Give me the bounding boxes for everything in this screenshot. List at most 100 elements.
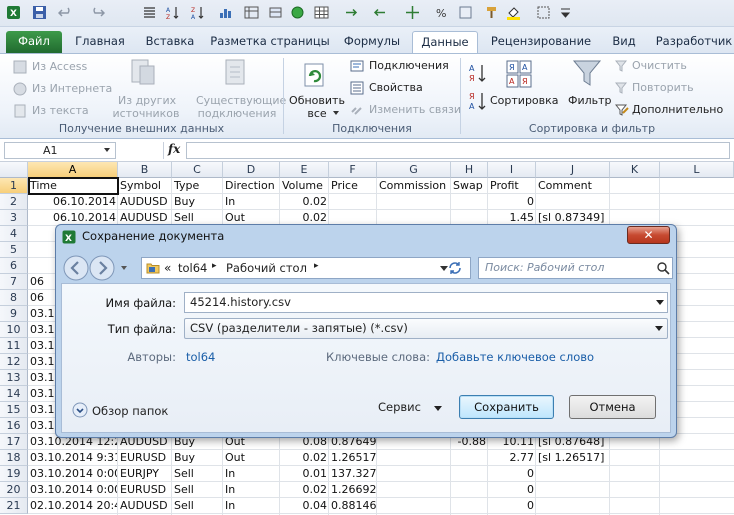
from-text-button[interactable]: Из текста <box>32 104 89 117</box>
table-cell[interactable]: 1.26692 <box>329 482 377 498</box>
table-cell[interactable] <box>610 194 660 210</box>
table-cell[interactable]: 1.26517 <box>329 450 377 466</box>
table-cell[interactable]: Sell <box>172 466 223 482</box>
forward-icon[interactable] <box>89 255 115 281</box>
address-path[interactable]: « tol64 ▸ Рабочий стол ▸ <box>141 257 471 279</box>
table-cell[interactable]: 03.10.2014 9:31 <box>28 450 118 466</box>
table-cell[interactable]: Sell <box>172 482 223 498</box>
row-header[interactable]: 10 <box>0 322 28 338</box>
dialog-close-button[interactable]: ✕ <box>627 226 670 244</box>
from-web-button[interactable]: Из Интернета <box>32 82 112 95</box>
sort-za-icon[interactable]: ЯА <box>468 90 486 112</box>
row-header[interactable]: 1 <box>0 178 28 194</box>
column-header-c[interactable]: C <box>172 162 223 178</box>
table-cell[interactable]: 06.10.2014 <box>28 194 118 210</box>
select-all-corner[interactable] <box>0 162 28 178</box>
row-header[interactable]: 9 <box>0 306 28 322</box>
table-cell[interactable] <box>660 466 734 482</box>
table-cell[interactable]: Commission <box>377 178 451 194</box>
table-cell[interactable]: Price <box>329 178 377 194</box>
edit-links-button[interactable]: Изменить связи <box>369 103 461 116</box>
path-segment-user[interactable]: tol64 <box>178 261 207 275</box>
row-header[interactable]: 12 <box>0 354 28 370</box>
table-cell[interactable]: 0.02 <box>280 450 329 466</box>
service-menu[interactable]: Сервис <box>378 400 421 414</box>
table-cell[interactable]: 0 <box>488 466 536 482</box>
column-header-k[interactable]: K <box>610 162 660 178</box>
table-cell[interactable]: In <box>223 498 280 514</box>
tab-review[interactable]: Рецензирование <box>484 31 598 53</box>
row-header[interactable]: 17 <box>0 434 28 450</box>
table-cell[interactable] <box>377 498 451 514</box>
arrow-left-icon[interactable] <box>372 5 387 20</box>
green-circle-icon[interactable] <box>290 5 305 20</box>
fill-color-icon[interactable] <box>506 5 521 20</box>
from-access-button[interactable]: Из Access <box>32 60 87 73</box>
table-cell[interactable] <box>660 178 734 194</box>
existing-connections-button[interactable]: Существующие <box>196 94 286 107</box>
back-icon[interactable] <box>63 255 89 281</box>
tab-home[interactable]: Главная <box>68 31 132 53</box>
column-header-a[interactable]: A <box>28 162 118 178</box>
sort-button[interactable]: Сортировка <box>490 94 559 107</box>
filetype-select[interactable]: CSV (разделители - запятые) (*.csv) <box>184 318 668 339</box>
formula-input[interactable] <box>186 142 730 159</box>
name-box[interactable]: A1 <box>4 142 116 159</box>
refresh-icon[interactable] <box>447 260 463 276</box>
table-cell[interactable]: Swap <box>451 178 488 194</box>
table-cell[interactable]: AUDUSD <box>118 194 172 210</box>
table-cell[interactable] <box>536 498 610 514</box>
table-cell[interactable]: Type <box>172 178 223 194</box>
keywords-link[interactable]: Добавьте ключевое слово <box>436 350 594 364</box>
insert-function-icon[interactable]: fx <box>168 142 180 156</box>
column-header-g[interactable]: G <box>377 162 451 178</box>
row-header[interactable]: 16 <box>0 418 28 434</box>
undo-icon[interactable] <box>58 5 73 20</box>
table-cell[interactable]: In <box>223 482 280 498</box>
chart-icon[interactable] <box>218 5 233 20</box>
table-cell[interactable] <box>536 466 610 482</box>
table-cell[interactable] <box>451 466 488 482</box>
percent-icon[interactable]: % <box>434 5 449 20</box>
refresh-dropdown-icon[interactable] <box>333 111 339 115</box>
format-icon[interactable] <box>458 5 473 20</box>
name-box-dropdown-icon[interactable] <box>104 148 110 152</box>
move-icon[interactable] <box>405 5 420 20</box>
path-segment-desktop[interactable]: Рабочий стол <box>226 261 307 275</box>
table-cell[interactable] <box>660 450 734 466</box>
refresh-all-button[interactable]: Обновить <box>288 94 346 107</box>
table-cell[interactable]: AUDUSD <box>118 498 172 514</box>
search-input[interactable]: Поиск: Рабочий стол <box>478 257 673 279</box>
table-cell[interactable]: 0.01 <box>280 466 329 482</box>
tab-developer[interactable]: Разработчик <box>652 31 734 53</box>
row-header[interactable]: 11 <box>0 338 28 354</box>
table-cell[interactable] <box>451 498 488 514</box>
table-cell[interactable]: Comment <box>536 178 610 194</box>
pivot-icon[interactable] <box>244 5 259 20</box>
row-header[interactable]: 19 <box>0 466 28 482</box>
table-cell[interactable]: Symbol <box>118 178 172 194</box>
row-header[interactable]: 6 <box>0 258 28 274</box>
row-header[interactable]: 13 <box>0 370 28 386</box>
table-cell[interactable] <box>536 194 610 210</box>
table-cell[interactable]: 02.10.2014 20:45 <box>28 498 118 514</box>
sort-az-icon[interactable]: AZ <box>165 5 180 20</box>
column-header-h[interactable]: H <box>451 162 488 178</box>
table-cell[interactable] <box>451 450 488 466</box>
table-cell[interactable]: 137.327 <box>329 466 377 482</box>
table-cell[interactable]: Out <box>223 450 280 466</box>
table-cell[interactable]: Buy <box>172 450 223 466</box>
table-cell[interactable] <box>610 466 660 482</box>
table-cell[interactable]: Profit <box>488 178 536 194</box>
customize-qat-icon[interactable] <box>558 5 573 20</box>
row-header[interactable]: 14 <box>0 386 28 402</box>
clear-button[interactable]: Очистить <box>632 59 687 72</box>
row-header[interactable]: 2 <box>0 194 28 210</box>
table-cell[interactable]: EURUSD <box>118 450 172 466</box>
table-cell[interactable]: Buy <box>172 194 223 210</box>
table-cell[interactable]: 03.10.2014 0:00 <box>28 466 118 482</box>
table-cell[interactable]: 0.02 <box>280 194 329 210</box>
row-header[interactable]: 3 <box>0 210 28 226</box>
row-header[interactable]: 8 <box>0 290 28 306</box>
row-header[interactable]: 18 <box>0 450 28 466</box>
